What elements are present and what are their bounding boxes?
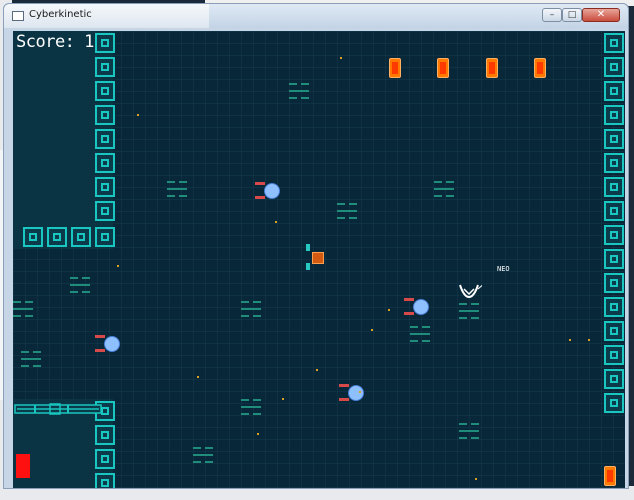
enemy-prong — [255, 196, 265, 199]
wall-block — [95, 177, 115, 197]
floor-glyph-icon — [410, 324, 432, 346]
spawner-pod-icon — [437, 58, 449, 78]
barrier-gate — [14, 403, 102, 415]
wall-block — [95, 201, 115, 221]
wall-block — [95, 105, 115, 125]
spawner-pod-icon — [534, 58, 546, 78]
enemy-prong — [95, 349, 105, 352]
projectile — [371, 329, 373, 331]
wall-block — [95, 33, 115, 53]
enemy-prong — [404, 298, 414, 301]
wall-block — [604, 273, 624, 293]
wall-block — [23, 227, 43, 247]
maximize-button[interactable]: □ — [562, 8, 582, 22]
floor-glyph-icon — [459, 301, 481, 323]
minimize-button[interactable]: – — [542, 8, 562, 22]
floor-glyph-icon — [167, 179, 189, 201]
wall-block — [604, 105, 624, 125]
floor-glyph-icon — [289, 81, 311, 103]
wall-block — [95, 57, 115, 77]
floor-glyph-icon — [337, 201, 359, 223]
minimize-icon: – — [549, 9, 555, 20]
wall-block — [95, 449, 115, 469]
app-icon — [12, 11, 24, 21]
wall-block — [95, 227, 115, 247]
floor-glyph-icon — [70, 275, 92, 297]
claw-turret-icon — [459, 284, 482, 299]
wall-block — [604, 249, 624, 269]
wall-block — [604, 321, 624, 341]
projectile — [569, 339, 571, 341]
enemy-prong — [255, 182, 265, 185]
projectile — [340, 57, 342, 59]
wall-block — [604, 393, 624, 413]
wall-block — [604, 345, 624, 365]
close-icon: ✕ — [596, 9, 606, 20]
spawner-pod-icon — [604, 466, 616, 486]
projectile — [257, 433, 259, 435]
wall-block — [95, 473, 115, 488]
floor-glyph-icon — [241, 397, 263, 419]
floor-glyph-icon — [434, 179, 456, 201]
enemy-prong — [404, 312, 414, 315]
game-window: Cyberkinetic – □ ✕ Score: 100 NEO — [3, 3, 629, 489]
projectile — [275, 221, 277, 223]
player-wing — [306, 244, 310, 251]
wall-block — [604, 297, 624, 317]
projectile — [117, 265, 119, 267]
wall-block — [95, 425, 115, 445]
maximize-icon: □ — [567, 9, 577, 20]
wall-block — [95, 81, 115, 101]
wall-block — [604, 177, 624, 197]
wall-block — [604, 153, 624, 173]
wall-block — [604, 369, 624, 389]
enemy-core — [414, 300, 428, 314]
enemy-prong — [95, 335, 105, 338]
spawner-pod-icon — [486, 58, 498, 78]
enemy-core — [105, 337, 119, 351]
projectile — [475, 478, 477, 480]
close-button[interactable]: ✕ — [582, 8, 620, 22]
projectile — [137, 114, 139, 116]
window-title: Cyberkinetic — [29, 9, 92, 20]
turret-tag: NEO — [497, 265, 510, 273]
wall-block — [47, 227, 67, 247]
wall-block — [604, 201, 624, 221]
projectile — [316, 369, 318, 371]
wall-block — [604, 57, 624, 77]
player-ship-icon — [303, 244, 327, 270]
wall-block — [604, 33, 624, 53]
projectile — [588, 339, 590, 341]
spawner-pod-icon — [389, 58, 401, 78]
projectile — [359, 391, 361, 393]
enemy-prong — [339, 384, 349, 387]
projectile — [388, 309, 390, 311]
projectile — [282, 398, 284, 400]
wall-block — [604, 225, 624, 245]
wall-block — [95, 129, 115, 149]
enemy-drone-icon — [253, 179, 283, 203]
enemy-drone-icon — [337, 381, 367, 405]
enemy-prong — [339, 398, 349, 401]
projectile — [197, 376, 199, 378]
floor-glyph-icon — [241, 299, 263, 321]
wall-block — [71, 227, 91, 247]
floor-glyph-icon — [193, 445, 215, 467]
floor-glyph-icon — [21, 349, 43, 371]
enemy-core — [265, 184, 279, 198]
floor-glyph-icon — [13, 299, 35, 321]
enemy-drone-icon — [402, 295, 432, 319]
wall-block — [604, 129, 624, 149]
player-body — [312, 252, 324, 264]
floor-glyph-icon — [459, 421, 481, 443]
player-wing — [306, 263, 310, 270]
game-canvas[interactable]: Score: 100 NEO — [13, 31, 625, 488]
health-indicator — [16, 454, 30, 478]
wall-block — [604, 81, 624, 101]
wall-block — [95, 153, 115, 173]
window-titlebar[interactable]: Cyberkinetic – □ ✕ — [4, 4, 628, 28]
enemy-drone-icon — [93, 332, 123, 356]
enemy-core — [349, 386, 363, 400]
